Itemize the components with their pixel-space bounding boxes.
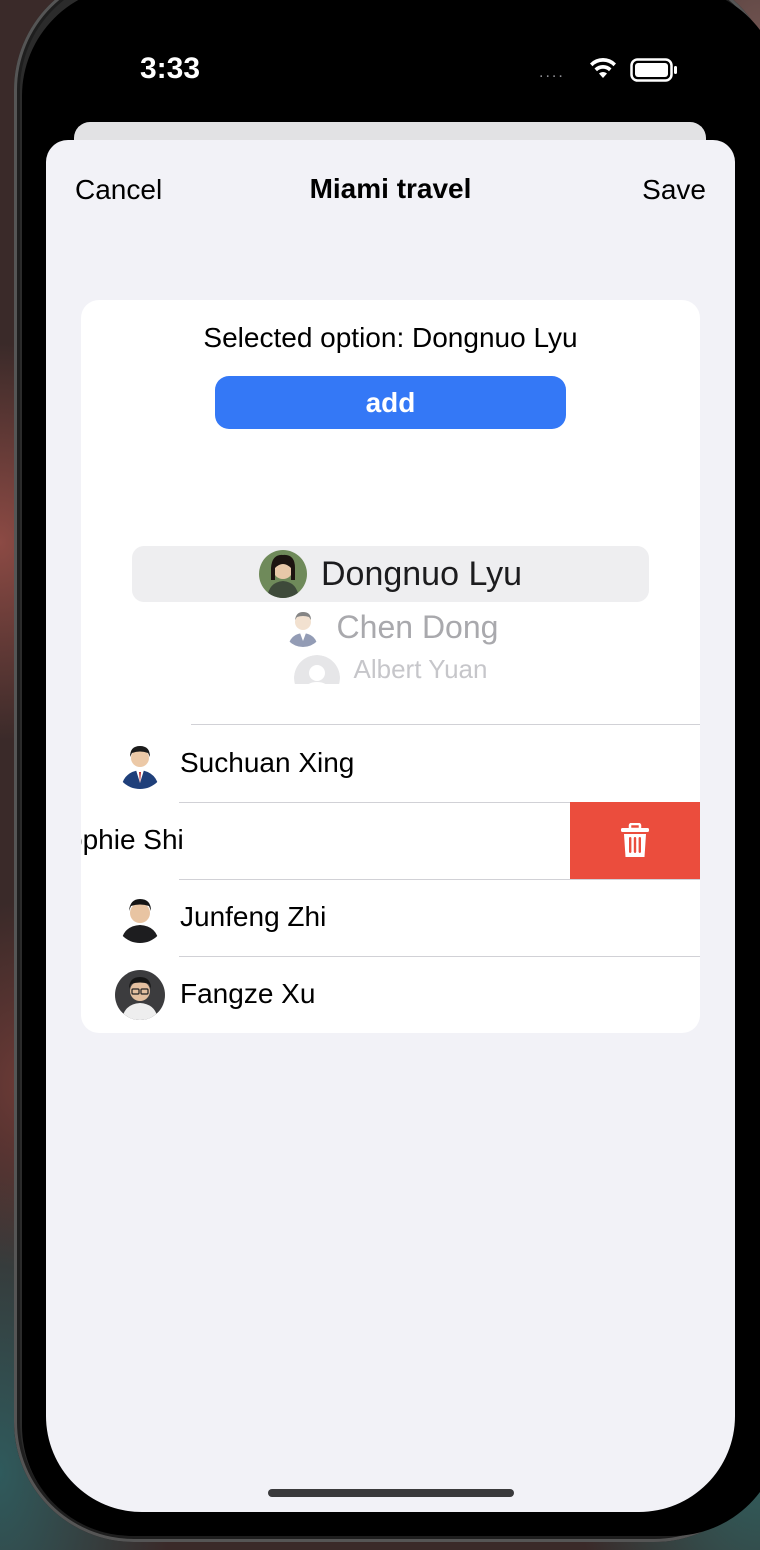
home-indicator[interactable] xyxy=(268,1489,514,1497)
wifi-icon xyxy=(590,57,616,78)
list-item[interactable]: ophie Shi xyxy=(81,802,700,879)
photo-avatar xyxy=(115,970,165,1020)
save-button[interactable]: Save xyxy=(642,174,706,206)
list-item[interactable]: Suchuan Xing xyxy=(81,725,700,802)
picker-option-label: Chen Dong xyxy=(336,608,499,645)
photo-avatar xyxy=(282,607,323,647)
member-name: Junfeng Zhi xyxy=(180,901,327,932)
battery-full-icon xyxy=(630,58,677,82)
photo-avatar xyxy=(115,893,165,943)
member-name: ophie Shi xyxy=(81,824,184,855)
list-item[interactable]: Fangze Xu xyxy=(81,956,700,1033)
edit-group-sheet: Cancel Miami travel Save Selected option… xyxy=(46,140,735,1512)
picker-option[interactable]: Dongnuo Lyu xyxy=(81,548,700,600)
member-name: Fangze Xu xyxy=(180,978,316,1009)
sheet-title: Miami travel xyxy=(309,173,472,204)
cellular-signal: .... xyxy=(539,64,565,81)
photo-avatar xyxy=(258,550,307,598)
delete-button[interactable] xyxy=(570,802,700,879)
member-name: Suchuan Xing xyxy=(180,747,355,778)
members-card: Selected option: Dongnuo Lyu add Dongnuo… xyxy=(81,300,700,1033)
selected-option-label: Selected option: Dongnuo Lyu xyxy=(203,322,578,353)
status-time: 3:33 xyxy=(140,52,201,85)
picker-option-label: Dongnuo Lyu xyxy=(320,554,522,593)
member-picker[interactable]: Dongnuo Lyu Chen Dong Albert Yuan xyxy=(81,540,700,685)
trash-icon xyxy=(621,822,649,857)
default-person-icon xyxy=(293,655,340,684)
add-button[interactable]: add xyxy=(215,376,566,429)
picker-option[interactable]: Chen Dong xyxy=(81,606,700,648)
picker-option[interactable]: Albert Yuan xyxy=(81,654,700,684)
photo-avatar xyxy=(115,739,165,789)
list-item[interactable]: Junfeng Zhi xyxy=(81,879,700,956)
picker-option-label: Albert Yuan xyxy=(353,654,488,684)
